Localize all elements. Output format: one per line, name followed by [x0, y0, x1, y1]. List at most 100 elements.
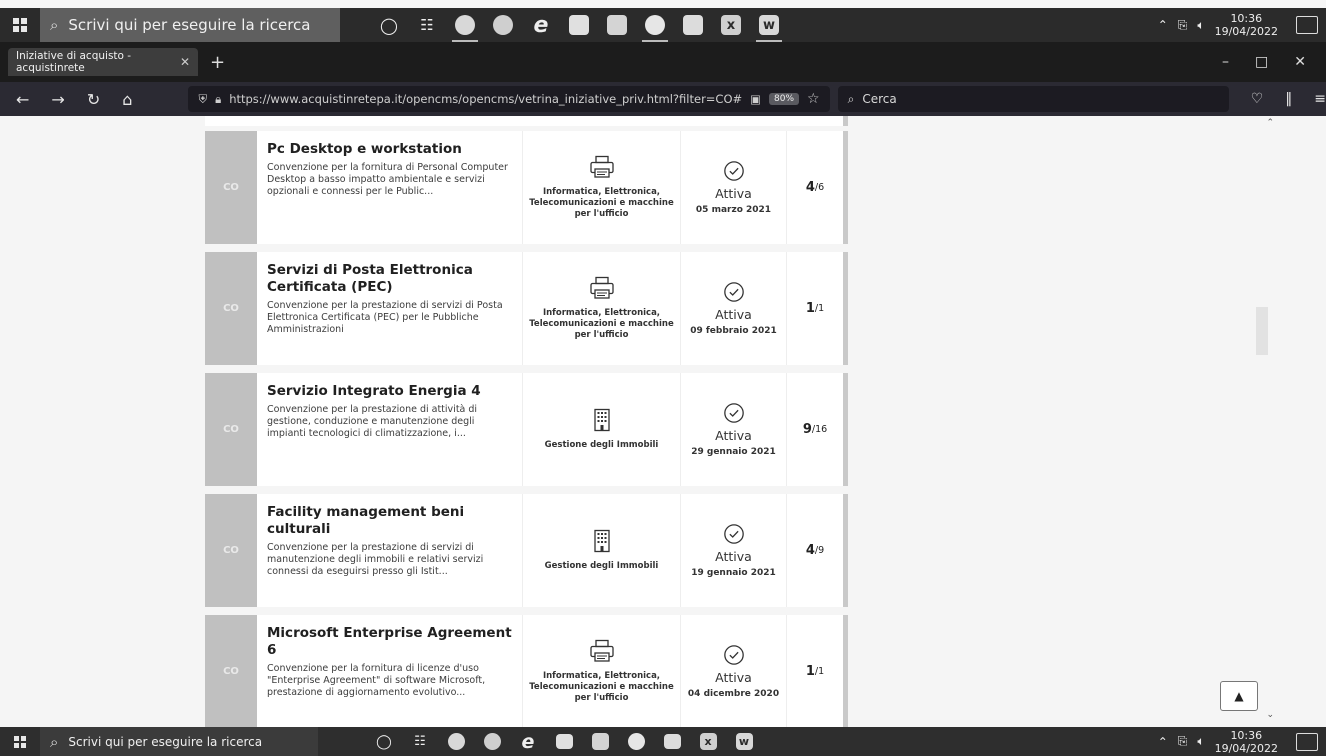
search-icon: ⌕: [847, 91, 855, 106]
initiative-card[interactable]: CO Pc Desktop e workstation Convenzione …: [205, 131, 848, 244]
clock[interactable]: 10:36 19/04/2022: [1215, 12, 1278, 38]
taskbar-bottom: ⌕ Scrivi qui per eseguire la ricerca ◯ ☷…: [0, 727, 1326, 756]
forward-icon[interactable]: →: [51, 90, 64, 109]
word-icon[interactable]: w: [726, 727, 762, 756]
card-status: Attiva 19 gennaio 2021: [681, 494, 787, 607]
card-status: Attiva 04 dicembre 2020: [681, 615, 787, 727]
browser-tab-bar: Iniziative di acquisto - acquistinrete ✕…: [0, 42, 1326, 82]
card-description: Convenzione per la prestazione di serviz…: [267, 542, 484, 577]
status-date: 09 febbraio 2021: [690, 326, 777, 336]
card-main: Servizio Integrato Energia 4 Convenzione…: [257, 373, 523, 486]
close-tab-icon[interactable]: ✕: [180, 55, 190, 69]
chat-icon[interactable]: [674, 8, 712, 42]
store-icon[interactable]: [582, 727, 618, 756]
task-view-icon[interactable]: ☷: [402, 727, 438, 756]
pocket-icon[interactable]: ♡: [1251, 91, 1264, 107]
firefox-icon[interactable]: [618, 727, 654, 756]
cortana-icon[interactable]: ◯: [370, 8, 408, 42]
internet-explorer-icon[interactable]: e: [522, 8, 560, 42]
lots-active: 9: [802, 422, 812, 437]
word-icon[interactable]: w: [750, 8, 788, 42]
reader-view-icon[interactable]: ▣: [750, 92, 761, 106]
close-window-icon[interactable]: ✕: [1294, 54, 1306, 70]
initiative-card[interactable]: CO Facility management beni culturali Co…: [205, 494, 848, 607]
chrome-icon[interactable]: [446, 8, 484, 42]
start-button[interactable]: [0, 727, 40, 756]
home-icon[interactable]: ⌂: [122, 90, 132, 109]
type-badge: CO: [205, 252, 257, 365]
card-title[interactable]: Servizi di Posta Elettronica Certificata…: [267, 262, 514, 296]
excel-icon[interactable]: x: [690, 727, 726, 756]
network-icon[interactable]: ⎘: [1178, 18, 1188, 33]
volume-icon[interactable]: 🔈︎: [1197, 734, 1204, 749]
search-icon: ⌕: [50, 16, 59, 34]
excel-icon[interactable]: x: [712, 8, 750, 42]
chrome-icon[interactable]: [438, 727, 474, 756]
lots-count: 4/9: [787, 494, 843, 607]
start-button[interactable]: [0, 8, 40, 42]
type-badge-label: CO: [223, 182, 239, 193]
shield-icon[interactable]: ⛨: [198, 92, 207, 107]
clock-time: 10:36: [1230, 728, 1263, 742]
menu-icon[interactable]: ≡: [1314, 91, 1326, 107]
browser-search-bar[interactable]: ⌕ Cerca: [837, 86, 1229, 112]
zoom-level[interactable]: 80%: [769, 93, 800, 105]
file-explorer-icon[interactable]: [546, 727, 582, 756]
url-bar[interactable]: ⛨ 🔒︎ https://www.acquistinretepa.it/open…: [188, 86, 830, 112]
volume-icon[interactable]: 🔈︎: [1197, 18, 1204, 33]
clock[interactable]: 10:36 19/04/2022: [1215, 729, 1278, 755]
card-title[interactable]: Facility management beni culturali: [267, 504, 514, 538]
notification-icon[interactable]: [1296, 16, 1318, 34]
card-title[interactable]: Servizio Integrato Energia 4: [267, 383, 514, 400]
initiative-card[interactable]: CO Servizio Integrato Energia 4 Convenzi…: [205, 373, 848, 486]
card-main: Pc Desktop e workstation Convenzione per…: [257, 131, 523, 244]
initiative-card[interactable]: CO Microsoft Enterprise Agreement 6 Conv…: [205, 615, 848, 727]
back-icon[interactable]: ←: [16, 90, 29, 109]
scrollbar-thumb[interactable]: [1256, 307, 1268, 355]
scroll-down-icon[interactable]: ⌄: [1266, 710, 1274, 720]
notification-icon[interactable]: [1296, 732, 1318, 751]
cortana-icon[interactable]: ◯: [366, 727, 402, 756]
taskbar-search[interactable]: ⌕ Scrivi qui per eseguire la ricerca: [40, 8, 340, 42]
status-label: Attiva: [715, 549, 752, 564]
edge-icon[interactable]: [474, 727, 510, 756]
scroll-up-icon[interactable]: ⌃: [1266, 118, 1274, 128]
edge-icon[interactable]: [484, 8, 522, 42]
status-date: 04 dicembre 2020: [687, 689, 780, 699]
minimize-icon[interactable]: –: [1222, 54, 1229, 70]
type-badge-label: CO: [223, 303, 239, 314]
card-main: Servizi di Posta Elettronica Certificata…: [257, 252, 523, 365]
internet-explorer-icon[interactable]: e: [510, 727, 546, 756]
file-explorer-icon[interactable]: [560, 8, 598, 42]
chevron-up-icon: ▲: [1234, 689, 1244, 703]
new-tab-icon[interactable]: +: [210, 52, 225, 73]
browser-search-placeholder: Cerca: [862, 92, 897, 106]
initiative-card[interactable]: CO Servizi di Posta Elettronica Certific…: [205, 252, 848, 365]
browser-nav-bar: ← → ↻ ⌂ ⛨ 🔒︎ https://www.acquistinretepa…: [0, 82, 1326, 116]
library-icon[interactable]: ‖: [1285, 91, 1292, 107]
network-icon[interactable]: ⎘: [1178, 734, 1188, 749]
task-view-icon[interactable]: ☷: [408, 8, 446, 42]
building-icon: [593, 529, 610, 553]
card-category: Gestione degli Immobili: [523, 494, 681, 607]
tab-title: Iniziative di acquisto - acquistinrete: [16, 50, 132, 74]
lock-icon[interactable]: 🔒︎: [215, 92, 221, 107]
card-title[interactable]: Pc Desktop e workstation: [267, 141, 514, 158]
firefox-icon[interactable]: [636, 8, 674, 42]
chevron-up-icon[interactable]: ⌃: [1158, 18, 1168, 32]
card-category: Informatica, Elettronica, Telecomunicazi…: [523, 131, 681, 244]
chat-icon[interactable]: [654, 727, 690, 756]
store-icon[interactable]: [598, 8, 636, 42]
tab-iniziative[interactable]: Iniziative di acquisto - acquistinrete ✕: [8, 48, 198, 76]
lots-count: 9/16: [787, 373, 843, 486]
back-to-top-button[interactable]: ▲: [1220, 681, 1258, 711]
reload-icon[interactable]: ↻: [87, 90, 100, 109]
lots-total: /9: [814, 545, 825, 556]
status-label: Attiva: [715, 670, 752, 685]
taskbar-search[interactable]: ⌕ Scrivi qui per eseguire la ricerca: [40, 727, 318, 756]
card-title[interactable]: Microsoft Enterprise Agreement 6: [267, 625, 514, 659]
lots-active: 1: [805, 664, 815, 679]
bookmark-star-icon[interactable]: ☆: [807, 91, 820, 107]
chevron-up-icon[interactable]: ⌃: [1158, 735, 1168, 749]
restore-icon[interactable]: □: [1255, 54, 1268, 70]
